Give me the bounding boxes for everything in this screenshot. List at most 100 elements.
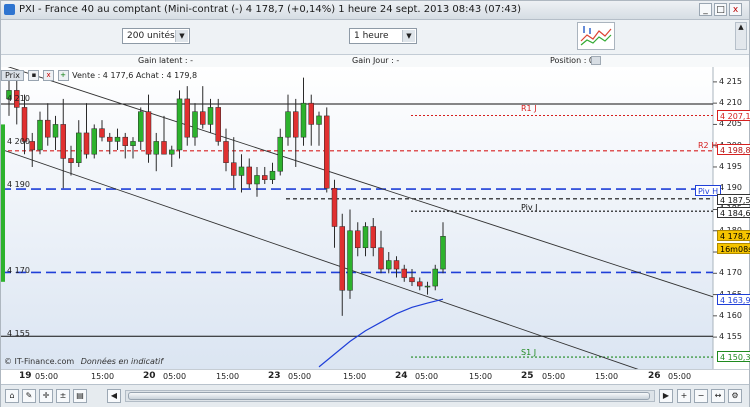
position-button[interactable] xyxy=(591,56,601,65)
left-tick-label: 4 190 xyxy=(7,180,30,189)
period-select-value: 1 heure xyxy=(354,31,389,41)
zoom-in-button[interactable]: + xyxy=(677,389,691,403)
time-axis-day-label: 26 xyxy=(648,371,661,381)
price-tick-label: 4 195 xyxy=(719,161,742,171)
price-tick-label: 4 215 xyxy=(719,76,742,86)
candle-body xyxy=(238,166,245,176)
candle-body xyxy=(223,141,229,163)
r1-price-tag: 4 207,1 xyxy=(717,110,750,121)
home-icon[interactable]: ⌂ xyxy=(5,389,19,403)
gain-jour-label: Gain Jour : - xyxy=(352,56,400,65)
app-window: PXI - France 40 au comptant (Mini-contra… xyxy=(0,0,750,407)
candle-body xyxy=(378,247,384,270)
price-tick-label: 4 170 xyxy=(719,268,742,278)
candle-body xyxy=(192,111,198,138)
candle-body xyxy=(91,128,97,155)
price-tick-label: 4 155 xyxy=(719,332,742,342)
price-chart[interactable]: Prix ▪ x + Vente : 4 177,6 Achat : 4 179… xyxy=(1,67,750,369)
candle-body xyxy=(107,136,113,142)
candle-body xyxy=(231,162,237,176)
time-axis-day-label: 23 xyxy=(268,371,281,381)
time-axis-tick-label: 05:00 xyxy=(542,372,566,381)
support-price-tag: 4 187,5 xyxy=(717,194,750,205)
chevron-down-icon[interactable]: ▼ xyxy=(175,30,188,42)
drawing-icon[interactable]: ✎ xyxy=(22,389,36,403)
fit-button[interactable]: ↔ xyxy=(711,389,725,403)
candle-body xyxy=(215,107,221,142)
time-axis-day-label: 19 xyxy=(19,371,32,381)
candle-body xyxy=(277,136,283,172)
r2-level-label: R2 H xyxy=(698,141,718,150)
gain-latent-label: Gain latent : - xyxy=(138,56,193,65)
s1-price-tag: 4 150,3 xyxy=(717,351,750,362)
chevron-down-icon[interactable]: ▼ xyxy=(402,30,415,42)
app-logo-icon xyxy=(4,4,15,15)
period-select[interactable]: 1 heure ▼ xyxy=(349,28,417,44)
chart-footer: © IT-Finance.com Données en indicatif xyxy=(4,357,163,366)
candle-body xyxy=(300,102,307,138)
candle-body xyxy=(45,119,51,138)
candle-body xyxy=(362,226,369,249)
candle-body xyxy=(246,166,252,185)
price-tick-label: 4 160 xyxy=(719,310,742,320)
candle-body xyxy=(293,111,299,138)
data-note-label: Données en indicatif xyxy=(80,357,164,366)
candle-body xyxy=(339,226,345,291)
candle-body xyxy=(52,124,59,138)
candle-body xyxy=(200,111,206,125)
candle-body xyxy=(83,132,90,155)
r2-price-tag: 4 198,8 xyxy=(717,144,750,155)
candle-body xyxy=(262,175,268,180)
candle-body xyxy=(207,107,214,125)
time-axis-tick-label: 15:00 xyxy=(595,372,619,381)
candle-body xyxy=(68,158,74,163)
candle-body xyxy=(417,281,423,287)
toolbar-scroll-button[interactable]: ▲ xyxy=(735,22,747,50)
left-tick-label: 4 155 xyxy=(7,329,30,338)
scrollbar-thumb[interactable] xyxy=(128,392,650,400)
candle-body xyxy=(176,98,183,151)
candle-body xyxy=(440,236,446,270)
candle-body xyxy=(122,136,128,146)
zoom-out-button[interactable]: − xyxy=(694,389,708,403)
scroll-left-button[interactable]: ◀ xyxy=(107,389,121,403)
settings-icon[interactable]: ⚙ xyxy=(728,389,742,403)
candle-body xyxy=(161,141,167,155)
candle-body xyxy=(114,136,121,142)
candle-body xyxy=(424,285,431,288)
close-button[interactable]: x xyxy=(729,3,742,16)
scroll-right-button[interactable]: ▶ xyxy=(659,389,673,403)
print-icon[interactable]: ▤ xyxy=(73,389,87,403)
time-axis: 19 05:00 15:00 20 05:00 15:00 23 05:00 15:00 24 05… xyxy=(1,369,749,384)
minimize-button[interactable]: _ xyxy=(699,3,712,16)
candle-body xyxy=(393,260,400,270)
candle-body xyxy=(184,98,190,138)
candle-body xyxy=(409,277,415,283)
horizontal-scrollbar[interactable] xyxy=(125,390,655,402)
copyright-label: © IT-Finance.com xyxy=(4,357,75,366)
chart-type-icon[interactable] xyxy=(577,22,615,50)
legend-close-button[interactable]: x xyxy=(43,70,55,81)
left-tick-label: 4 200 xyxy=(7,137,30,146)
time-axis-day-label: 25 xyxy=(521,371,534,381)
crosshair-icon[interactable]: ✛ xyxy=(39,389,53,403)
maximize-button[interactable]: □ xyxy=(714,3,727,16)
candle-body xyxy=(145,111,152,155)
legend-add-button[interactable]: + xyxy=(57,70,69,81)
time-axis-tick-label: 05:00 xyxy=(288,372,312,381)
legend-square-button[interactable]: ▪ xyxy=(28,70,40,81)
units-select-value: 200 unités xyxy=(127,31,175,41)
r1-level-label: R1 J xyxy=(521,104,537,113)
candle-body xyxy=(324,115,330,189)
candle-body xyxy=(432,268,438,287)
candle-body xyxy=(386,260,392,270)
time-axis-tick-label: 05:00 xyxy=(35,372,59,381)
units-select[interactable]: 200 unités ▼ xyxy=(122,28,190,44)
candle-body xyxy=(347,230,353,291)
zoom-icon[interactable]: ± xyxy=(56,389,70,403)
time-axis-tick-label: 05:00 xyxy=(415,372,439,381)
prix-tab[interactable]: Prix xyxy=(1,70,24,81)
candle-body xyxy=(60,124,66,159)
s1-level-label: S1 J xyxy=(521,348,537,357)
candle-body xyxy=(254,175,260,185)
